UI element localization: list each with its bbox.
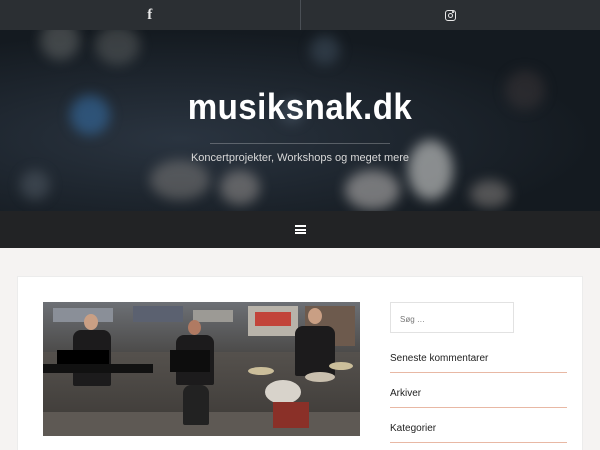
widget-title[interactable]: Seneste kommentarer xyxy=(390,353,488,364)
widget-archives: Arkiver xyxy=(390,388,567,408)
main-navigation xyxy=(0,211,600,248)
widget-categories: Kategorier xyxy=(390,423,567,443)
title-divider xyxy=(210,143,390,144)
content-card: Søg … Seneste kommentarer Arkiver Katego… xyxy=(17,276,583,450)
hero-banner: musiksnak.dk Koncertprojekter, Workshops… xyxy=(0,30,600,211)
hamburger-menu-icon[interactable] xyxy=(294,225,306,234)
site-title[interactable]: musiksnak.dk xyxy=(24,86,576,128)
search-placeholder: Søg … xyxy=(400,315,425,324)
widget-title[interactable]: Arkiver xyxy=(390,388,421,399)
facebook-link[interactable]: f xyxy=(0,0,300,30)
search-input[interactable]: Søg … xyxy=(390,302,514,333)
site-tagline: Koncertprojekter, Workshops og meget mer… xyxy=(190,152,410,164)
featured-image[interactable] xyxy=(43,302,360,436)
instagram-link[interactable] xyxy=(299,0,600,30)
social-bar: f xyxy=(0,0,600,30)
widget-title[interactable]: Kategorier xyxy=(390,423,436,434)
widget-recent-comments: Seneste kommentarer xyxy=(390,353,567,373)
instagram-icon xyxy=(444,9,456,21)
facebook-icon: f xyxy=(147,6,153,23)
